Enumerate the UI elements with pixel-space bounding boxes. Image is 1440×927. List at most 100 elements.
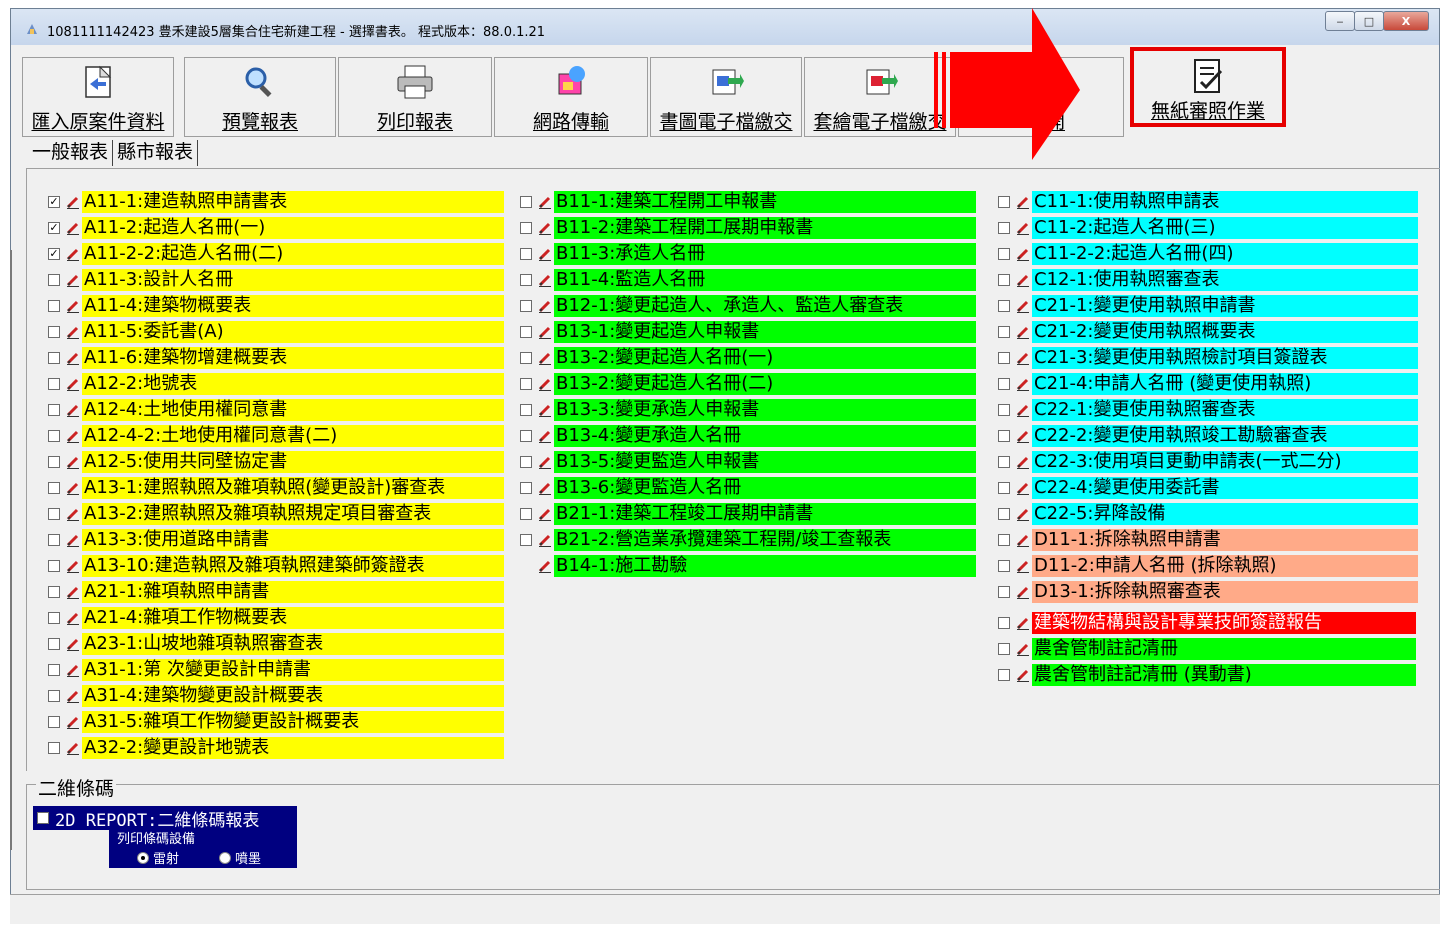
report-checkbox[interactable] [520,274,532,286]
pencil-icon[interactable] [66,377,80,391]
pencil-icon[interactable] [1016,325,1030,339]
qrcode-report-checkbox[interactable] [37,812,49,824]
pencil-icon[interactable] [66,403,80,417]
laser-radio[interactable]: 雷射 [137,848,179,867]
report-checkbox[interactable] [998,560,1010,572]
pencil-icon[interactable] [66,273,80,287]
pencil-icon[interactable] [66,195,80,209]
pencil-icon[interactable] [538,481,552,495]
report-checkbox[interactable] [520,456,532,468]
pencil-icon[interactable] [1016,455,1030,469]
report-row[interactable]: C11-2-2:起造人名冊(四) [998,241,1418,267]
report-row[interactable]: A11-5:委託書(A) [48,319,504,345]
report-row[interactable]: 建築物結構與設計專業技師簽證報告 [998,610,1416,636]
pencil-icon[interactable] [66,689,80,703]
report-checkbox[interactable] [998,274,1010,286]
pencil-icon[interactable] [66,715,80,729]
report-checkbox[interactable] [48,404,60,416]
pencil-icon[interactable] [538,195,552,209]
report-row[interactable]: B13-2:變更起造人名冊(一) [520,345,976,371]
report-checkbox[interactable] [48,742,60,754]
open-button[interactable]: 開 [958,57,1124,137]
report-checkbox[interactable] [48,664,60,676]
report-row[interactable]: C11-1:使用執照申請表 [998,189,1418,215]
report-row[interactable]: C22-2:變更使用執照竣工勘驗審查表 [998,423,1418,449]
pencil-icon[interactable] [1016,273,1030,287]
tab-county-reports[interactable]: 縣市報表 [113,140,199,166]
report-checkbox[interactable] [998,586,1010,598]
pencil-icon[interactable] [1016,299,1030,313]
report-checkbox[interactable] [998,378,1010,390]
pencil-icon[interactable] [66,247,80,261]
report-row[interactable]: C21-2:變更使用執照概要表 [998,319,1418,345]
report-checkbox[interactable] [520,508,532,520]
report-checkbox[interactable] [520,430,532,442]
report-checkbox[interactable] [48,560,60,572]
report-row[interactable]: A11-3:設計人名冊 [48,267,504,293]
pencil-icon[interactable] [1016,195,1030,209]
report-checkbox[interactable] [520,248,532,260]
report-checkbox[interactable] [998,534,1010,546]
report-checkbox[interactable] [998,643,1010,655]
pencil-icon[interactable] [1016,585,1030,599]
report-checkbox[interactable] [520,300,532,312]
report-row[interactable]: A23-1:山坡地雜項執照審查表 [48,631,504,657]
preview-report-button[interactable]: 預覽報表 [184,57,336,137]
pencil-icon[interactable] [66,429,80,443]
pencil-icon[interactable] [66,585,80,599]
report-row[interactable]: A13-10:建造執照及雜項執照建築師簽證表 [48,553,504,579]
pencil-icon[interactable] [538,533,552,547]
report-row[interactable]: C21-3:變更使用執照檢討項目簽證表 [998,345,1418,371]
report-checkbox[interactable] [48,612,60,624]
pencil-icon[interactable] [66,637,80,651]
pencil-icon[interactable] [66,663,80,677]
report-checkbox[interactable] [48,326,60,338]
report-checkbox[interactable] [48,378,60,390]
pencil-icon[interactable] [538,403,552,417]
report-row[interactable]: B11-3:承造人名冊 [520,241,976,267]
report-row[interactable]: D11-1:拆除執照申請書 [998,527,1418,553]
report-row[interactable]: B12-1:變更起造人、承造人、監造人審查表 [520,293,976,319]
report-checkbox[interactable] [520,482,532,494]
pencil-icon[interactable] [1016,507,1030,521]
pencil-icon[interactable] [66,455,80,469]
pencil-icon[interactable] [1016,668,1030,682]
report-checkbox[interactable] [998,456,1010,468]
report-row[interactable]: B13-1:變更起造人申報書 [520,319,976,345]
minimize-button[interactable]: ‒ [1325,11,1355,31]
report-row[interactable]: B11-4:監造人名冊 [520,267,976,293]
pencil-icon[interactable] [66,533,80,547]
pencil-icon[interactable] [1016,642,1030,656]
pencil-icon[interactable] [538,351,552,365]
report-row[interactable]: B21-2:營造業承攬建築工程開/竣工查報表 [520,527,976,553]
maximize-button[interactable]: □ [1354,11,1384,31]
report-checkbox[interactable] [998,352,1010,364]
pencil-icon[interactable] [538,273,552,287]
paperless-review-button[interactable]: 無紙審照作業 [1134,51,1282,125]
qrcode-report-option[interactable]: 2D REPORT:二維條碼報表 [33,806,297,831]
report-row[interactable]: C21-4:申請人名冊 (變更使用執照) [998,371,1418,397]
import-case-button[interactable]: 匯入原案件資料 [22,57,174,137]
report-checkbox[interactable] [520,378,532,390]
pencil-icon[interactable] [1016,533,1030,547]
pencil-icon[interactable] [1016,221,1030,235]
report-checkbox[interactable] [48,300,60,312]
report-row[interactable]: B13-3:變更承造人申報書 [520,397,976,423]
report-row[interactable]: 農舍管制註記清冊 (異動書) [998,662,1416,688]
report-checkbox[interactable] [998,669,1010,681]
pencil-icon[interactable] [538,325,552,339]
report-checkbox[interactable] [48,482,60,494]
pencil-icon[interactable] [66,611,80,625]
report-checkbox[interactable] [48,638,60,650]
close-button[interactable]: X [1383,11,1429,31]
report-row[interactable]: A12-5:使用共同壁協定書 [48,449,504,475]
report-row[interactable]: D11-2:申請人名冊 (拆除執照) [998,553,1418,579]
report-row[interactable]: A32-2:變更設計地號表 [48,735,504,761]
report-row[interactable]: A12-4-2:土地使用權同意書(二) [48,423,504,449]
report-checkbox[interactable] [998,482,1010,494]
report-row[interactable]: A11-6:建築物增建概要表 [48,345,504,371]
report-checkbox[interactable] [998,430,1010,442]
report-checkbox[interactable] [520,404,532,416]
report-row[interactable]: C11-2:起造人名冊(三) [998,215,1418,241]
pencil-icon[interactable] [538,507,552,521]
